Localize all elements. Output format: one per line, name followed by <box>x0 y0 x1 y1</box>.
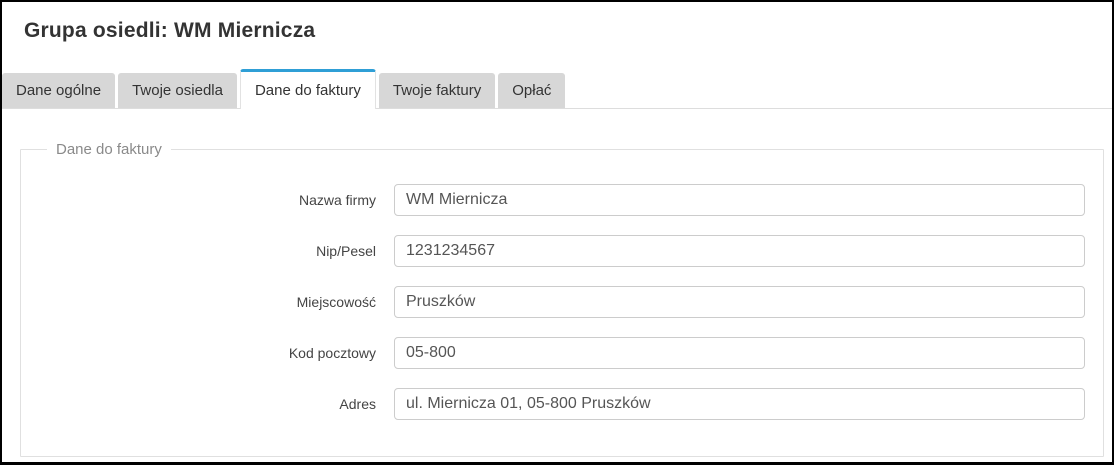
address-label: Adres <box>21 396 394 412</box>
fieldset-legend: Dane do faktury <box>47 141 171 158</box>
page-title: Grupa osiedli: WM Miernicza <box>24 19 1090 43</box>
postal-code-label: Kod pocztowy <box>21 345 394 361</box>
postal-code-field[interactable] <box>394 337 1085 369</box>
app-window: Grupa osiedli: WM Miernicza Dane ogólne … <box>0 0 1114 465</box>
form-row-kod-pocztowy: Kod pocztowy <box>21 337 1103 369</box>
tab-oplac[interactable]: Opłać <box>498 73 565 108</box>
city-field[interactable] <box>394 286 1085 318</box>
page-header: Grupa osiedli: WM Miernicza <box>2 2 1112 43</box>
invoice-data-fieldset: Dane do faktury Nazwa firmy Nip/Pesel Mi… <box>20 141 1104 457</box>
form-row-miejscowosc: Miejscowość <box>21 286 1103 318</box>
company-name-field[interactable] <box>394 184 1085 216</box>
tab-dane-do-faktury[interactable]: Dane do faktury <box>240 69 376 109</box>
company-name-label: Nazwa firmy <box>21 192 394 208</box>
tabbar: Dane ogólne Twoje osiedla Dane do faktur… <box>2 69 1112 109</box>
tab-panel-dane-do-faktury: Dane do faktury Nazwa firmy Nip/Pesel Mi… <box>2 141 1112 457</box>
form-row-nazwa-firmy: Nazwa firmy <box>21 184 1103 216</box>
tab-twoje-faktury[interactable]: Twoje faktury <box>379 73 495 108</box>
form-row-adres: Adres <box>21 388 1103 420</box>
city-label: Miejscowość <box>21 294 394 310</box>
address-field[interactable] <box>394 388 1085 420</box>
tab-dane-ogolne[interactable]: Dane ogólne <box>2 73 115 108</box>
tab-twoje-osiedla[interactable]: Twoje osiedla <box>118 73 237 108</box>
form-row-nip-pesel: Nip/Pesel <box>21 235 1103 267</box>
nip-pesel-field[interactable] <box>394 235 1085 267</box>
nip-pesel-label: Nip/Pesel <box>21 243 394 259</box>
